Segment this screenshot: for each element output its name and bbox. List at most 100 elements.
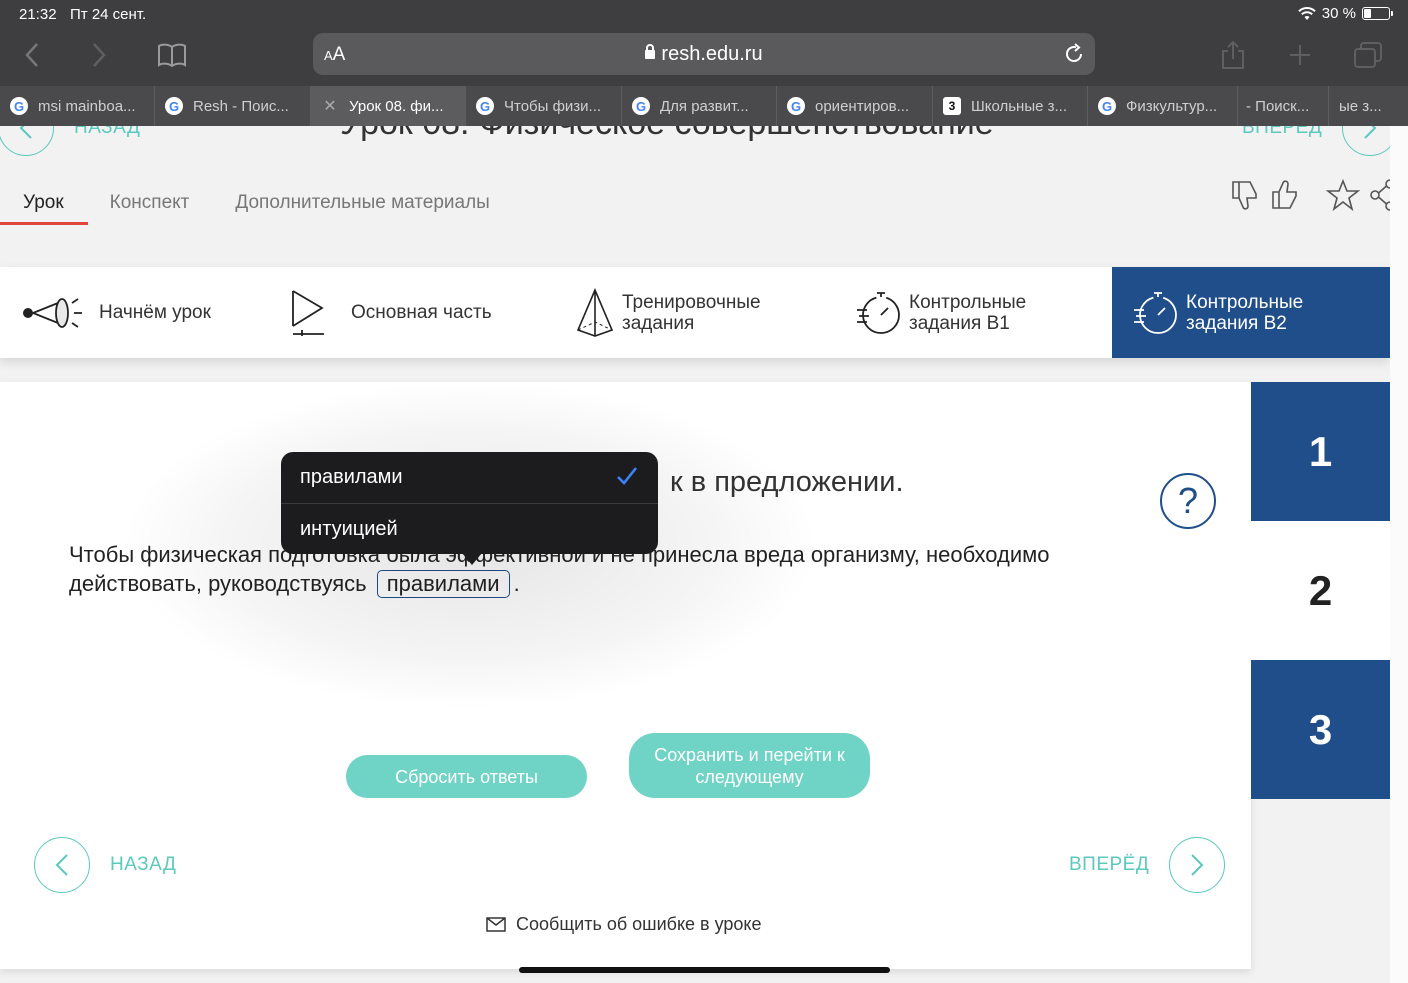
3-icon: 3: [943, 97, 961, 115]
url-display[interactable]: resh.edu.ru: [313, 43, 1095, 66]
lock-icon: [645, 44, 656, 59]
google-icon: G: [1098, 97, 1116, 115]
active-tab-underline: [0, 222, 88, 225]
tabs-overview-icon[interactable]: [1351, 38, 1385, 72]
step-control-b1[interactable]: Контрольные задания В1: [835, 267, 1112, 358]
back-label: НАЗАД: [110, 854, 177, 875]
step-label: Начнём урок: [99, 301, 211, 323]
tab-extra-materials[interactable]: Дополнительные материалы: [212, 190, 512, 228]
task-title: к в предложении.: [670, 466, 904, 498]
tab-title: Для развит...: [660, 97, 749, 115]
thumbs-down-icon[interactable]: [1230, 178, 1260, 212]
google-icon: G: [165, 97, 183, 115]
dropdown-option[interactable]: интуицией: [281, 503, 658, 554]
star-icon[interactable]: [1326, 179, 1360, 211]
stopwatch-icon: [845, 288, 915, 338]
answer-select[interactable]: правилами: [376, 570, 510, 598]
browser-tab[interactable]: G Для развит...: [622, 86, 777, 126]
help-glyph: ?: [1177, 480, 1199, 521]
top-forward-link[interactable]: ВПЕРЁД: [1242, 126, 1390, 156]
share-icon[interactable]: [1216, 38, 1250, 72]
tab-title: Урок 08. фи...: [349, 97, 444, 115]
pyramid-icon: [560, 287, 630, 338]
address-bar[interactable]: AA resh.edu.ru: [313, 33, 1095, 75]
tab-title: msi mainboa...: [38, 97, 136, 115]
browser-tab[interactable]: Gmsi mainboa...: [0, 86, 155, 126]
forward-link[interactable]: ВПЕРЁД: [1069, 837, 1226, 893]
bookmarks-icon[interactable]: [155, 38, 189, 72]
option-label: интуицией: [300, 517, 398, 540]
step-label: Тренировочные задания: [622, 291, 761, 334]
top-forward-label: ВПЕРЁД: [1242, 126, 1323, 138]
share-network-icon[interactable]: [1370, 179, 1390, 211]
web-page: Урок 08. Физическое совершенствование НА…: [0, 126, 1390, 983]
tab-title: Чтобы физи...: [504, 97, 602, 115]
browser-tab[interactable]: G Resh - Поис...: [155, 86, 311, 126]
battery-percent: 30 %: [1321, 5, 1356, 22]
status-right: 30 %: [1298, 5, 1393, 22]
question-number-3[interactable]: 3: [1251, 660, 1390, 799]
checkmark-icon: [617, 467, 638, 485]
browser-tab[interactable]: G Физкультур...: [1088, 86, 1238, 126]
browser-tab[interactable]: ые з...: [1329, 86, 1408, 126]
report-label: Сообщить об ошибке в уроке: [516, 914, 762, 934]
back-link[interactable]: НАЗАД: [34, 837, 176, 893]
step-main-part[interactable]: Основная часть: [273, 267, 555, 358]
tab-title: - Поиск...: [1246, 97, 1310, 115]
wifi-icon: [1298, 6, 1316, 20]
google-icon: G: [10, 97, 28, 115]
megaphone-icon: [17, 291, 87, 335]
top-back-label: НАЗАД: [74, 126, 141, 138]
step-label: Контрольные задания В2: [1186, 291, 1304, 334]
thumbs-up-icon[interactable]: [1270, 178, 1300, 212]
step-start-lesson[interactable]: Начнём урок: [0, 267, 273, 358]
play-icon: [273, 288, 343, 338]
envelope-icon: [486, 917, 506, 932]
page-gutter: [1390, 126, 1408, 983]
question-number-1[interactable]: 1: [1251, 382, 1390, 521]
question-number-2[interactable]: 2: [1251, 521, 1390, 660]
tab-title: ые з...: [1339, 97, 1382, 115]
report-error-link[interactable]: Сообщить об ошибке в уроке: [486, 914, 762, 935]
reload-icon[interactable]: [1063, 43, 1085, 70]
tab-title: ориентиров...: [815, 97, 910, 115]
browser-tab[interactable]: - Поиск...: [1238, 86, 1329, 126]
status-bar: 21:32 Пт 24 сент. 30 %: [0, 0, 1408, 28]
back-arrow-icon[interactable]: [15, 38, 49, 72]
dropdown-option-selected[interactable]: правилами: [281, 452, 658, 503]
answer-dropdown: правилами интуицией: [281, 452, 658, 554]
browser-tab[interactable]: Gориентиров...: [777, 86, 933, 126]
save-next-button[interactable]: Сохранить и перейти к следующему: [629, 733, 870, 798]
new-tab-icon[interactable]: [1283, 38, 1317, 72]
step-training-tasks[interactable]: Тренировочные задания: [555, 267, 835, 358]
tab-title: Школьные з...: [971, 97, 1068, 115]
google-icon: G: [787, 97, 805, 115]
lesson-steps: Начнём урок Основная часть Тренировочные…: [0, 267, 1390, 358]
tab-summary[interactable]: Конспект: [87, 190, 213, 228]
top-back-link[interactable]: НАЗАД: [0, 126, 140, 156]
reset-answers-button[interactable]: Сбросить ответы: [346, 755, 587, 798]
browser-tab-active[interactable]: ✕ Урок 08. фи...: [311, 86, 466, 126]
question-numbers: 1 2 3: [1251, 382, 1390, 799]
tab-title: Физкультур...: [1126, 97, 1218, 115]
help-icon[interactable]: ?: [1160, 473, 1216, 529]
home-indicator: [519, 967, 890, 973]
close-icon[interactable]: ✕: [321, 97, 339, 115]
step-control-b2[interactable]: Контрольные задания В2: [1112, 267, 1390, 358]
chevron-right-icon[interactable]: [1342, 126, 1390, 156]
sentence-end: .: [513, 571, 520, 596]
battery-level: [1364, 9, 1371, 18]
forward-arrow-icon[interactable]: [82, 38, 116, 72]
option-label: правилами: [300, 466, 403, 488]
browser-tab[interactable]: G Чтобы физи...: [466, 86, 622, 126]
chevron-left-icon[interactable]: [34, 837, 90, 893]
chevron-left-icon[interactable]: [0, 126, 54, 156]
tab-title: Resh - Поис...: [193, 97, 289, 115]
chevron-right-icon[interactable]: [1169, 837, 1226, 893]
url-text: resh.edu.ru: [661, 43, 763, 65]
tab-strip: Gmsi mainboa... G Resh - Поис... ✕ Урок 08…: [0, 86, 1408, 126]
lesson-actions: [1230, 178, 1390, 212]
google-icon: G: [476, 97, 494, 115]
browser-tab[interactable]: 3 Школьные з...: [933, 86, 1088, 126]
browser-toolbar: AA resh.edu.ru: [0, 28, 1408, 86]
